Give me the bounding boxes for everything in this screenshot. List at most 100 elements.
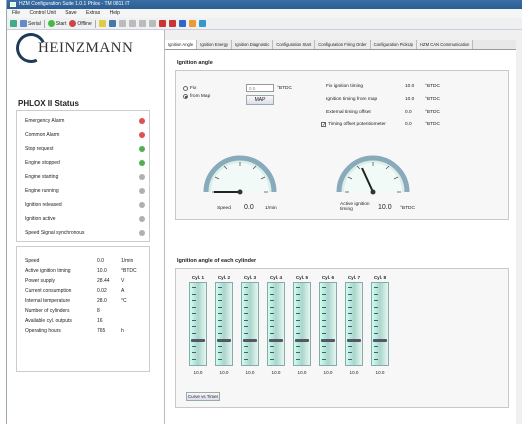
slider-tick: [296, 326, 300, 327]
title-bar: HZM Configuration Suite 1.0.1 Phlox - TM…: [7, 0, 522, 9]
slider-tick: [296, 319, 300, 321]
value-row: Active ignition timing 10.0 °BTDC: [25, 268, 137, 274]
slider-tick: [296, 358, 300, 360]
cylinder-slider-track[interactable]: [267, 282, 285, 366]
warning-icon[interactable]: [188, 20, 196, 27]
potentiometer-checkbox[interactable]: ✓: [321, 122, 326, 128]
cylinder-5-slider[interactable]: Cyl. 5 10.0: [293, 274, 311, 375]
cylinder-2-slider[interactable]: Cyl. 2 10.0: [215, 274, 233, 375]
status-led-icon: [139, 216, 145, 222]
fix-ignition-timing-unit: °BTDC: [425, 84, 440, 89]
value-row: Current consumption 0.02 A: [25, 288, 125, 294]
cylinder-1-slider[interactable]: Cyl. 1 10.0: [189, 274, 207, 375]
status-title: PHLOX II Status: [18, 99, 79, 108]
timing-from-map-unit: °BTDC: [425, 97, 440, 102]
slider-tick: [374, 352, 378, 353]
cylinder-slider-track[interactable]: [371, 282, 389, 366]
slider-tick: [374, 287, 378, 288]
slider-tick: [192, 326, 196, 327]
slider-tick: [218, 352, 222, 353]
slider-tick: [322, 287, 326, 288]
tab-configuration-start[interactable]: Configuration Start: [273, 40, 316, 49]
info-icon[interactable]: [198, 20, 206, 27]
grid-icon[interactable]: [118, 20, 126, 27]
slider-tick: [348, 345, 352, 347]
fix-radio[interactable]: [183, 86, 188, 91]
slider-tick: [192, 300, 196, 301]
tab-configuration-pickup[interactable]: Configuration PickUp: [370, 40, 417, 49]
speed-gauge-label: Speed: [217, 206, 231, 211]
slider-tick: [192, 306, 196, 308]
cylinder-slider-track[interactable]: [345, 282, 363, 366]
cylinder-7-slider[interactable]: Cyl. 7 10.0: [345, 274, 363, 375]
slider-tick: [244, 332, 248, 334]
menu-control-unit[interactable]: Control Unit: [29, 10, 55, 16]
cylinder-slider-track[interactable]: [215, 282, 233, 366]
cylinder-slider-track[interactable]: [319, 282, 337, 366]
grid-icon[interactable]: [138, 20, 146, 27]
slider-tick: [218, 319, 222, 321]
serial-button[interactable]: Serial: [20, 20, 41, 27]
tab-ignition-angle[interactable]: Ignition Angle: [165, 40, 198, 49]
slider-tick: [296, 339, 300, 340]
save-icon[interactable]: [108, 20, 116, 27]
external-offset-unit: °BTDC: [425, 110, 440, 115]
cylinder-slider-track[interactable]: [293, 282, 311, 366]
slider-tick: [296, 313, 300, 314]
slider-tick: [192, 358, 196, 360]
slider-tick: [348, 313, 352, 314]
cylinder-6-slider[interactable]: Cyl. 6 10.0: [319, 274, 337, 375]
slider-tick: [218, 306, 222, 308]
menu-extras[interactable]: Extras: [86, 10, 100, 16]
status-led-icon: [139, 188, 145, 194]
slider-tick: [244, 326, 248, 327]
cylinder-slider-track[interactable]: [241, 282, 259, 366]
slider-tick: [374, 339, 378, 340]
slider-tick: [270, 300, 274, 301]
slider-tick: [348, 339, 352, 340]
slider-tick: [244, 293, 248, 295]
connect-icon[interactable]: [10, 20, 17, 27]
tool-icon[interactable]: [178, 20, 186, 27]
speed-gauge-value: 0.0: [244, 204, 254, 211]
cylinder-3-slider[interactable]: Cyl. 3 10.0: [241, 274, 259, 375]
cylinder-4-slider[interactable]: Cyl. 4 10.0: [267, 274, 285, 375]
slider-tick: [322, 339, 326, 340]
slider-tick: [322, 319, 326, 321]
slider-tick: [374, 319, 378, 321]
status-row: Engine starting: [25, 173, 145, 181]
offline-button[interactable]: Offline: [69, 20, 92, 27]
menu-bar: File Control Unit Save Extras Help: [7, 9, 522, 18]
cylinder-slider-track[interactable]: [189, 282, 207, 366]
cylinder-8-slider[interactable]: Cyl. 8 10.0: [371, 274, 389, 375]
tab-ignition-energy[interactable]: Ignition Energy: [197, 40, 233, 49]
slider-tick: [296, 293, 300, 295]
curve-vs-timer-button[interactable]: Curve vs Timer: [186, 392, 220, 401]
start-button[interactable]: Start: [47, 20, 66, 27]
value-row: Speed 0.0 1/min: [25, 258, 134, 264]
value-row: Operating hours 765 h: [25, 328, 124, 334]
timing-from-map-label: Ignition timing from map: [326, 97, 378, 102]
timing-from-map-value: 10.0: [405, 97, 415, 102]
from-map-radio[interactable]: [183, 94, 188, 99]
open-folder-icon[interactable]: [98, 20, 106, 27]
map-button[interactable]: MAP: [246, 95, 274, 105]
status-row: Stop request: [25, 145, 145, 153]
slider-tick: [192, 352, 196, 353]
fix-angle-input[interactable]: 0.0: [246, 84, 274, 92]
menu-help[interactable]: Help: [110, 10, 120, 16]
slider-tick: [348, 352, 352, 353]
grid-icon[interactable]: [148, 20, 156, 27]
slider-tick: [296, 332, 300, 334]
slider-tick: [322, 326, 326, 327]
slider-tick: [348, 319, 352, 321]
chart-icon[interactable]: [158, 20, 166, 27]
tab-configuration-firing-order[interactable]: Configuration Firing Order: [315, 40, 371, 49]
tab-hzm-can-communication[interactable]: HZM CAN Communication: [417, 40, 474, 49]
slider-tick: [270, 339, 274, 340]
menu-file[interactable]: File: [12, 10, 20, 16]
chart-icon[interactable]: [168, 20, 176, 27]
grid-icon[interactable]: [128, 20, 136, 27]
tab-ignition-diagnostic[interactable]: Ignition Diagnostic: [232, 40, 274, 49]
menu-save[interactable]: Save: [65, 10, 76, 16]
